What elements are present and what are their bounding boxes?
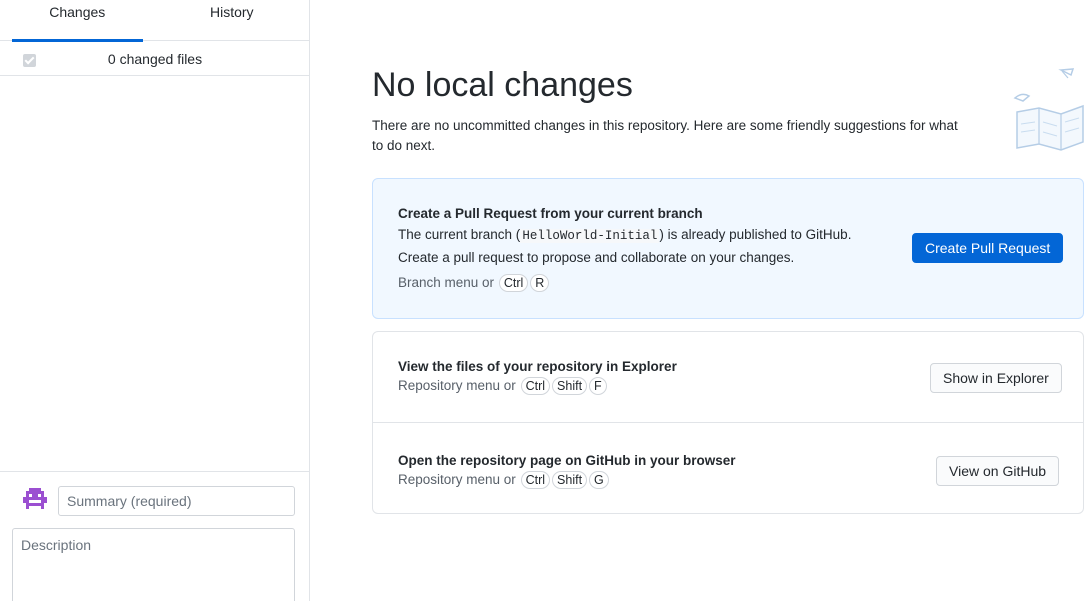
create-pull-request-button[interactable]: Create Pull Request bbox=[912, 233, 1064, 263]
select-all-checkbox[interactable] bbox=[23, 54, 36, 67]
tab-history[interactable]: History bbox=[155, 0, 310, 41]
kbd-shift: Shift bbox=[552, 471, 588, 489]
explorer-shortcut-hint: Repository menu or Ctrl Shift F bbox=[398, 377, 608, 395]
commit-area bbox=[0, 471, 309, 601]
github-title: Open the repository page on GitHub in yo… bbox=[398, 453, 736, 468]
pull-request-card: Create a Pull Request from your current … bbox=[372, 178, 1084, 319]
sidebar: Changes History 0 changed files bbox=[0, 0, 310, 601]
pull-request-title: Create a Pull Request from your current … bbox=[398, 206, 703, 221]
kbd-shift: Shift bbox=[552, 377, 588, 395]
kbd-g: G bbox=[589, 471, 609, 489]
description-input[interactable] bbox=[12, 528, 295, 601]
explorer-title: View the files of your repository in Exp… bbox=[398, 359, 677, 374]
github-row: Open the repository page on GitHub in yo… bbox=[373, 422, 1083, 512]
sidebar-tabs: Changes History bbox=[0, 0, 310, 42]
suggestions-card: View the files of your repository in Exp… bbox=[372, 331, 1084, 514]
pull-request-shortcut-hint: Branch menu or Ctrl R bbox=[398, 274, 550, 292]
avatar-icon bbox=[23, 488, 47, 509]
pull-request-description: The current branch (HelloWorld-Initial) … bbox=[398, 227, 852, 265]
kbd-f: F bbox=[589, 377, 607, 395]
tab-changes[interactable]: Changes bbox=[0, 0, 155, 42]
branch-name: HelloWorld-Initial bbox=[520, 229, 660, 243]
page-title: No local changes bbox=[372, 66, 633, 104]
changes-header: 0 changed files bbox=[0, 42, 309, 76]
summary-input[interactable] bbox=[58, 486, 295, 516]
show-in-explorer-button[interactable]: Show in Explorer bbox=[930, 363, 1062, 393]
kbd-ctrl: Ctrl bbox=[520, 471, 551, 489]
kbd-ctrl: Ctrl bbox=[498, 274, 529, 292]
changed-files-count: 0 changed files bbox=[107, 51, 203, 67]
page-subtitle: There are no uncommitted changes in this… bbox=[372, 118, 958, 153]
kbd-ctrl: Ctrl bbox=[520, 377, 551, 395]
explorer-row: View the files of your repository in Exp… bbox=[373, 332, 1083, 422]
view-on-github-button[interactable]: View on GitHub bbox=[936, 456, 1060, 486]
main-panel: No local changes There are no uncommitte… bbox=[311, 0, 1084, 601]
kbd-r: R bbox=[530, 274, 550, 292]
empty-state-illustration bbox=[1013, 68, 1084, 151]
github-shortcut-hint: Repository menu or Ctrl Shift G bbox=[398, 471, 610, 489]
